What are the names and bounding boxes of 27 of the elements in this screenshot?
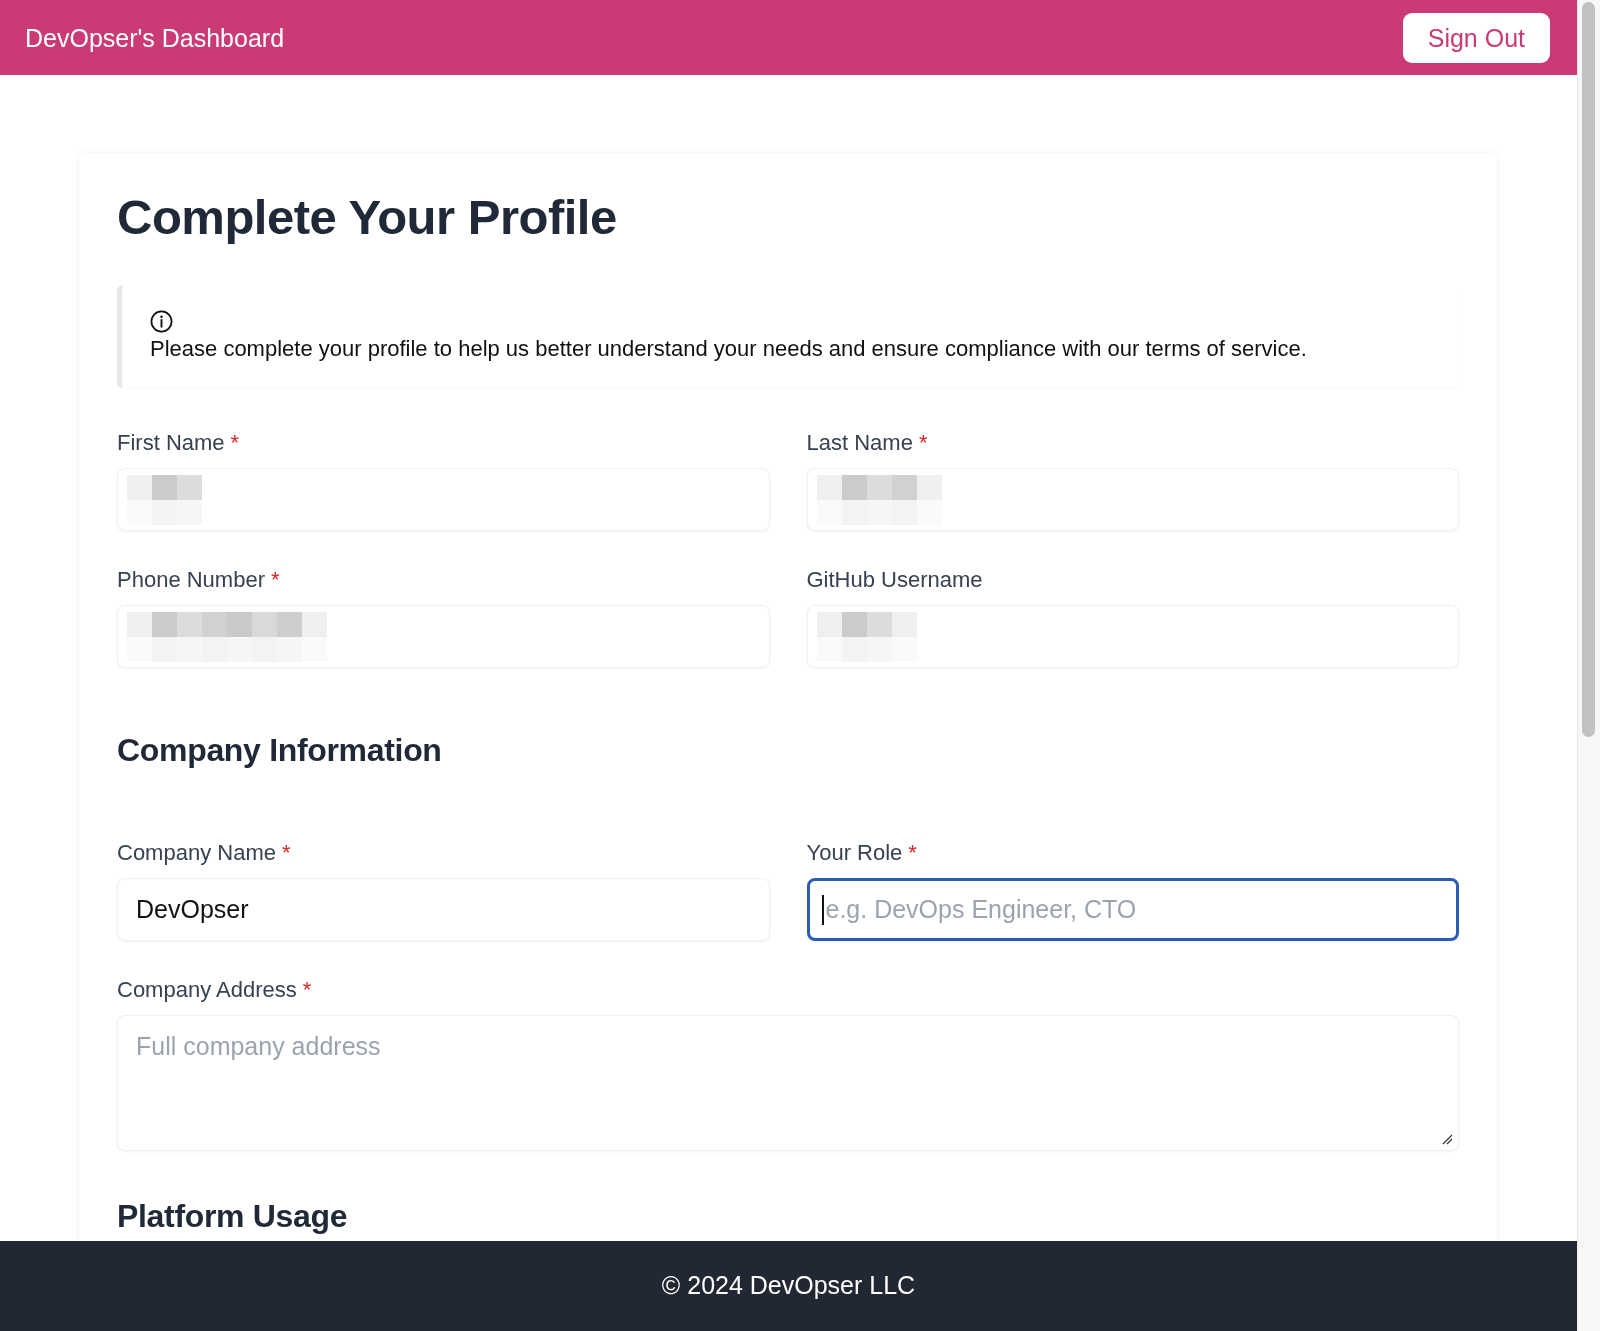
textarea-field[interactable]: Full company address <box>117 1015 1459 1151</box>
field-label: Company Name <box>117 839 276 867</box>
sign-out-button[interactable]: Sign Out <box>1402 12 1550 63</box>
field-label: Your Role <box>806 839 903 867</box>
dashboard-title: DevOpser's Dashboard <box>25 22 285 53</box>
required-asterisk: * <box>271 565 280 594</box>
text-field[interactable]: e.g. DevOps Engineer, CTO <box>806 878 1459 941</box>
required-asterisk: * <box>918 428 928 457</box>
scrollbar-thumb[interactable] <box>1582 2 1595 737</box>
resize-grip-icon[interactable] <box>1442 1134 1453 1145</box>
text-field[interactable]: DevOpser <box>117 878 770 941</box>
info-icon <box>150 309 173 333</box>
field-label: Company Address <box>117 976 297 1004</box>
field-label: GitHub Username <box>806 565 983 594</box>
section-title: Platform Usage <box>117 1199 349 1235</box>
field-label: Phone Number <box>117 565 265 594</box>
required-asterisk: * <box>908 839 917 867</box>
text-cursor <box>821 895 824 925</box>
required-asterisk: * <box>230 428 240 457</box>
copyright-text: © 2024 DevOpser LLC <box>661 1270 916 1302</box>
section-title: Company Information <box>117 732 443 768</box>
required-asterisk: * <box>302 976 312 1004</box>
field-label: First Name <box>117 428 225 457</box>
field-label: Last Name <box>806 428 913 457</box>
notice-text: Please complete your profile to help us better understand your needs and ensure compliance with our terms of service. <box>150 334 1308 363</box>
required-asterisk: * <box>281 839 291 867</box>
page-title: Complete Your Profile <box>117 189 618 246</box>
